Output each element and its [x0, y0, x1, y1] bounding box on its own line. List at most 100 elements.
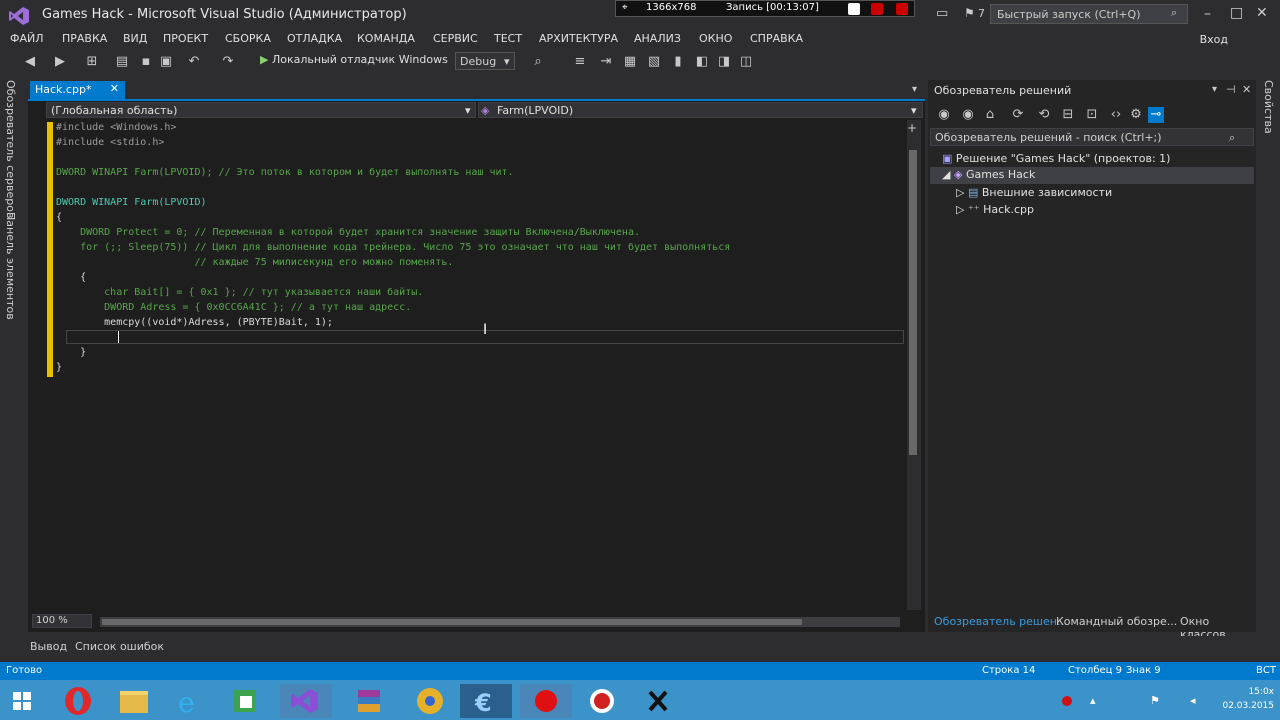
panel-menu-icon[interactable]: ▾	[1212, 84, 1217, 95]
uncomment-icon[interactable]: ▧	[646, 54, 662, 70]
preview-icon[interactable]: ⊸	[1148, 107, 1164, 123]
notifications-icon[interactable]: ⚑	[964, 6, 975, 20]
start-debugging-button[interactable]: ▶ Локальный отладчик Windows	[260, 53, 448, 66]
start-button[interactable]	[2, 684, 54, 718]
app-taskbar-icon[interactable]	[576, 684, 628, 718]
bookmark-prev-icon[interactable]: ◧	[694, 54, 710, 70]
undo-icon[interactable]: ↶	[186, 54, 202, 70]
save-icon[interactable]: ▪	[138, 54, 154, 70]
close-button[interactable]: ✕	[1256, 5, 1268, 21]
tray-record-icon[interactable]	[1062, 696, 1072, 706]
zoom-select[interactable]: 100 %	[32, 614, 92, 628]
recorder-taskbar-icon[interactable]	[520, 684, 572, 718]
cheat-engine-taskbar-icon[interactable]: €	[460, 684, 512, 718]
stop-button[interactable]	[871, 3, 883, 15]
close-icon[interactable]: ✕	[110, 82, 119, 95]
menu-architecture[interactable]: АРХИТЕКТУРА	[539, 32, 618, 45]
tree-item-external-deps[interactable]: ▷ ▤ Внешние зависимости	[956, 186, 1112, 203]
tree-item-project[interactable]: ◢ ◈ Games Hack	[942, 168, 1035, 185]
split-icon[interactable]: +	[907, 121, 917, 135]
tab-toolbox[interactable]: Панель элементов	[4, 212, 17, 320]
redo-icon[interactable]: ↷	[220, 54, 236, 70]
tab-server-explorer[interactable]: Обозреватель серверов	[4, 80, 17, 218]
maximize-button[interactable]: □	[1230, 5, 1243, 21]
tab-properties[interactable]: Свойства	[1262, 80, 1275, 134]
status-ready: Готово	[6, 665, 43, 676]
document-tab[interactable]: Hack.cpp* ✕	[30, 81, 125, 99]
menu-build[interactable]: СБОРКА	[225, 32, 271, 45]
horizontal-scrollbar-thumb[interactable]	[102, 619, 802, 625]
new-project-icon[interactable]: ⊞	[84, 54, 100, 70]
solution-search-input[interactable]: Обозреватель решений - поиск (Ctrl+;) ⌕	[930, 128, 1254, 146]
open-file-icon[interactable]: ▤	[114, 54, 130, 70]
menu-file[interactable]: ФАЙЛ	[10, 32, 44, 45]
chrome-taskbar-icon[interactable]	[404, 684, 456, 718]
sign-in-link[interactable]: Вход	[1200, 33, 1228, 46]
tab-dropdown-icon[interactable]: ▾	[912, 84, 917, 95]
tab-output[interactable]: Вывод	[30, 640, 67, 653]
menu-edit[interactable]: ПРАВКА	[62, 32, 107, 45]
camtasia-taskbar-icon[interactable]	[220, 684, 272, 718]
code-text-area[interactable]: #include <Windows.h> #include <stdio.h> …	[56, 120, 906, 610]
internet-explorer-taskbar-icon[interactable]: e	[164, 684, 216, 719]
pause-button[interactable]	[848, 3, 860, 15]
winrar-taskbar-icon[interactable]	[344, 684, 396, 718]
bookmark-next-icon[interactable]: ◨	[716, 54, 732, 70]
feedback-icon[interactable]: ▭	[936, 6, 948, 21]
record-button[interactable]	[896, 3, 908, 15]
opera-taskbar-icon[interactable]	[52, 684, 104, 718]
tray-volume-icon[interactable]: ◂	[1190, 694, 1196, 707]
find-icon[interactable]: ⌕	[530, 54, 546, 70]
forward-icon[interactable]: ◉	[960, 107, 976, 123]
collapse-all-icon[interactable]: ⊟	[1060, 107, 1076, 123]
menu-analyze[interactable]: АНАЛИЗ	[634, 32, 681, 45]
menu-window[interactable]: ОКНО	[699, 32, 732, 45]
collapsed-icon: ▷	[956, 203, 968, 216]
minimize-button[interactable]: –	[1204, 6, 1211, 22]
configuration-select[interactable]: Debug ▾	[455, 52, 515, 70]
back-icon[interactable]: ◉	[936, 107, 952, 123]
tray-network-icon[interactable]: ▴	[1090, 694, 1096, 707]
scope-dropdown[interactable]: (Глобальная область) ▾	[46, 102, 476, 118]
function-dropdown[interactable]: ◈ Farm(LPVOID) ▾	[478, 102, 923, 118]
menu-project[interactable]: ПРОЕКТ	[163, 32, 208, 45]
close-icon[interactable]: ✕	[1242, 83, 1251, 96]
menu-team[interactable]: КОМАНДА	[357, 32, 415, 45]
code-line: DWORD Adress = { 0x0CC6A41C }; // а тут …	[56, 300, 411, 315]
taskbar-clock[interactable]: 15:0x 02.03.2015	[1222, 685, 1274, 713]
save-all-icon[interactable]: ▣	[158, 54, 174, 70]
menu-tools[interactable]: СЕРВИС	[433, 32, 478, 45]
bookmark-icon[interactable]: ▮	[670, 54, 686, 70]
search-icon: ⌕	[1229, 131, 1236, 144]
tab-team-explorer[interactable]: Командный обозре...	[1056, 615, 1177, 628]
tree-item-solution[interactable]: ▣ Решение "Games Hack" (проектов: 1)	[942, 152, 1170, 169]
comment-icon[interactable]: ▦	[622, 54, 638, 70]
refresh-icon[interactable]: ⟲	[1036, 107, 1052, 123]
quick-launch-input[interactable]: Быстрый запуск (Ctrl+Q) ⌕	[990, 4, 1188, 24]
tab-error-list[interactable]: Список ошибок	[75, 640, 164, 653]
menu-debug[interactable]: ОТЛАДКА	[287, 32, 342, 45]
game-taskbar-icon[interactable]	[632, 684, 684, 718]
sync-icon[interactable]: ⟳	[1010, 107, 1026, 123]
format-icon[interactable]: ≡	[572, 54, 588, 70]
forward-icon[interactable]: ▶	[52, 54, 68, 70]
tray-flag-icon[interactable]: ⚑	[1150, 694, 1160, 707]
menu-view[interactable]: ВИД	[123, 32, 147, 45]
explorer-taskbar-icon[interactable]	[108, 684, 160, 718]
visual-studio-taskbar-icon[interactable]	[280, 684, 332, 718]
show-all-icon[interactable]: ⊡	[1084, 107, 1100, 123]
tab-solution-explorer[interactable]: Обозреватель решен...	[934, 615, 1067, 628]
back-icon[interactable]: ◀	[22, 54, 38, 70]
pin-icon[interactable]: ⊣	[1226, 83, 1236, 96]
tree-item-hack-cpp[interactable]: ▷ ⁺⁺ Hack.cpp	[956, 203, 1034, 220]
indent-icon[interactable]: ⇥	[598, 54, 614, 70]
home-icon[interactable]: ⌂	[982, 107, 998, 123]
bookmark-clear-icon[interactable]: ◫	[738, 54, 754, 70]
properties-icon[interactable]: ⚙	[1128, 107, 1144, 123]
vertical-scrollbar-thumb[interactable]	[909, 150, 917, 455]
code-line: }	[56, 360, 62, 375]
view-code-icon[interactable]: ‹›	[1108, 107, 1124, 123]
menu-help[interactable]: СПРАВКА	[750, 32, 803, 45]
menu-test[interactable]: ТЕСТ	[494, 32, 522, 45]
code-line: DWORD WINAPI Farm(LPVOID)	[56, 195, 207, 210]
